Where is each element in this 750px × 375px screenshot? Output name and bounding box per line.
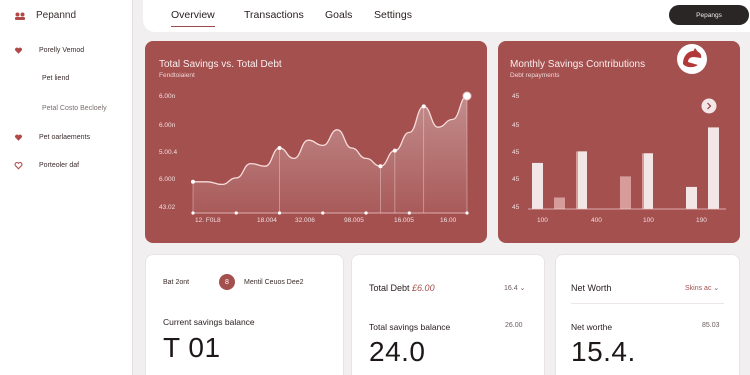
heart-icon [15, 47, 22, 54]
savings-vs-debt-card: Total Savings vs. Total Debt Fendtoiaien… [145, 41, 487, 243]
sidebar-item-5[interactable]: Porteoler daf [14, 161, 79, 170]
card-right-label: Mentil Ceuos Dee2 [244, 279, 304, 286]
tab-transactions[interactable]: Transactions [244, 9, 304, 21]
bar-light [644, 153, 653, 209]
area-fill [193, 96, 467, 213]
x-tick-dot [321, 211, 325, 215]
tab-goals[interactable]: Goals [325, 9, 352, 21]
dropdown-value: 16.4 [504, 285, 518, 292]
card-title: Net Worth [571, 283, 612, 293]
heart-outline-icon [14, 162, 23, 170]
area-chart [191, 91, 472, 215]
sidebar-item-label: Pet liend [42, 75, 70, 82]
total-debt-card: Total Debt £6.00 16.4 ⌄ Total savings ba… [351, 254, 545, 375]
tab-settings[interactable]: Settings [374, 9, 412, 21]
card-value: 24.0 [369, 336, 426, 367]
card-title: Total Debt £6.00 [369, 283, 435, 293]
data-point [462, 91, 472, 101]
brand[interactable]: Pepannd [14, 10, 76, 21]
bar-chart [528, 127, 726, 210]
chevron-down-icon: ⌄ [519, 285, 526, 292]
sidebar-item-label: Pet oarlaements [39, 134, 90, 141]
dropdown-value: Skins ac [685, 285, 712, 292]
sidebar-item-3[interactable]: Petal Costo Becloely [42, 105, 107, 112]
logo-icon [15, 12, 25, 20]
period-dropdown[interactable]: Skins ac ⌄ [685, 284, 719, 292]
heart-icon [15, 134, 22, 141]
card-value: T 01 [163, 332, 221, 363]
brand-name: Pepannd [36, 10, 77, 21]
sidebar-item-label: Petal Costo Becloely [42, 105, 107, 112]
card-left-label: Bat 2ont [163, 279, 190, 286]
x-tick-dot [407, 211, 411, 215]
tab-overview[interactable]: Overview [171, 9, 215, 27]
bar-light [578, 151, 587, 209]
data-point [392, 148, 397, 153]
chevron-down-icon: ⌄ [713, 285, 720, 292]
monthly-contributions-card: Monthly Savings Contributions Debt repay… [498, 41, 740, 243]
card-value: 15.4. [571, 336, 636, 367]
bar-light [708, 127, 719, 209]
sidebar-item-2[interactable]: Pet liend [42, 75, 69, 82]
sidebar-item-1[interactable]: Porelly Vemod [14, 46, 84, 55]
period-dropdown[interactable]: 16.4 ⌄ [504, 284, 525, 292]
sidebar-item-label: Porelly Vemod [39, 47, 85, 54]
bar-mid [554, 197, 565, 209]
bar-mid [620, 176, 631, 209]
badge: 8 [219, 274, 235, 290]
top-nav: Overview Transactions Goals Settings Pep… [143, 0, 750, 32]
card-caption: Total savings balance [369, 322, 451, 332]
sidebar-item-label: Porteoler daf [39, 162, 80, 169]
data-point [421, 104, 426, 109]
net-worth-card: Net Worth Skins ac ⌄ Net worthe 85.03 15… [555, 254, 740, 375]
x-tick-dot [364, 211, 368, 215]
savings-balance-card: Bat 2ont 8 Mentil Ceuos Dee2 Current sav… [145, 254, 344, 375]
card-side-value: 85.03 [702, 322, 720, 329]
x-tick-dot [234, 211, 238, 215]
card-caption: Net worthe [571, 322, 613, 332]
bar-light [532, 162, 543, 209]
data-point [277, 146, 282, 150]
sidebar-item-4[interactable]: Pet oarlaements [14, 133, 90, 142]
top-action-button[interactable]: Pepangs [669, 5, 749, 25]
divider [571, 303, 724, 304]
card-caption: Current savings balance [163, 317, 255, 327]
sidebar: Pepannd Porelly Vemod Pet liend Petal Co… [0, 0, 133, 375]
card-side-value: 26.00 [505, 322, 523, 329]
card-title-accent: £6.00 [412, 283, 435, 293]
data-point [191, 179, 195, 184]
x-tick-dot [277, 211, 282, 215]
x-tick-dot [465, 211, 469, 215]
bar-light [686, 186, 697, 209]
x-tick-dot [191, 211, 195, 215]
data-point [378, 164, 383, 169]
card-title-text: Total Debt [369, 283, 410, 293]
